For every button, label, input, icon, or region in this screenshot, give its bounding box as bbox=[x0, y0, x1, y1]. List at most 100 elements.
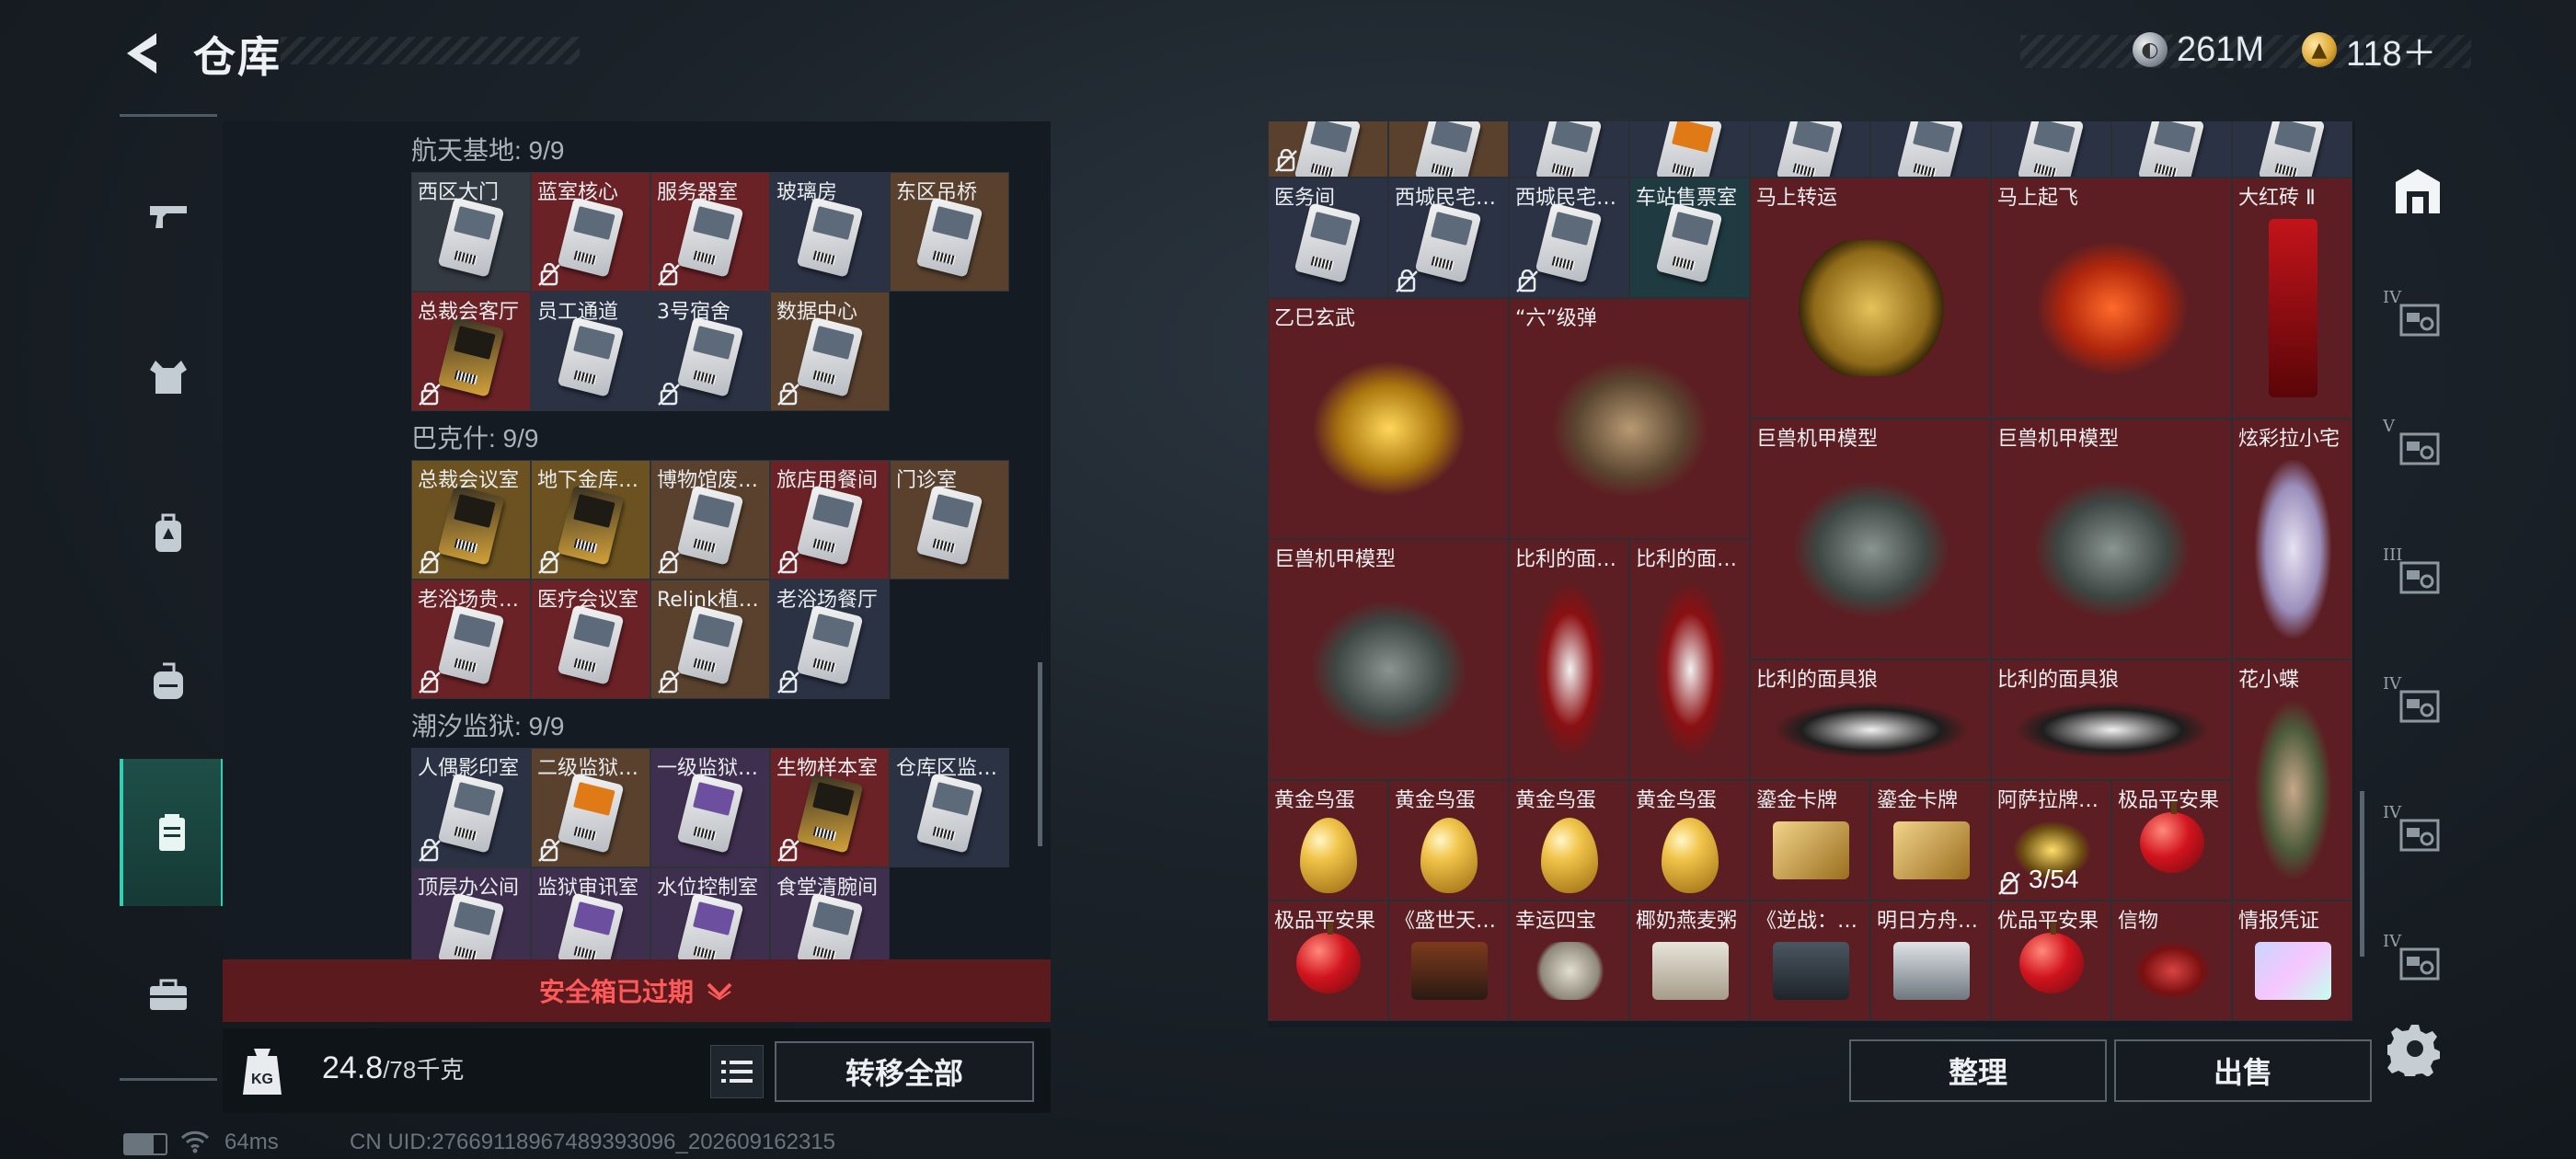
tab-box-iv-4[interactable]: IV bbox=[2381, 924, 2455, 998]
inventory-item-partial[interactable] bbox=[2232, 121, 2352, 178]
inventory-item[interactable]: 黄金鸟蛋 bbox=[1388, 780, 1509, 901]
inventory-item-partial[interactable] bbox=[2111, 121, 2232, 178]
keycard-item[interactable]: 水位控制室 bbox=[650, 867, 770, 963]
inventory-item[interactable]: 巨兽机甲模型 bbox=[1991, 419, 2232, 660]
nav-armor[interactable] bbox=[120, 327, 217, 428]
keycard-item[interactable]: 仓库区监… bbox=[890, 748, 1009, 867]
inventory-item[interactable]: 优品平安果 bbox=[1991, 901, 2111, 1021]
inventory-item[interactable]: 比利的面… bbox=[1629, 539, 1750, 780]
tab-box-iii[interactable]: III bbox=[2381, 538, 2455, 612]
tab-storage-main[interactable] bbox=[2381, 155, 2455, 228]
right-scrollbar[interactable] bbox=[2360, 791, 2364, 957]
warehouse-panel[interactable]: 医务间 西城民宅… 西城民宅… 车站售票室 马上转运 马上起飞 大红砖 Ⅱ 乙巳玄武 “六”级弹… bbox=[1268, 121, 2355, 1027]
inventory-item[interactable]: 大红砖 Ⅱ bbox=[2232, 178, 2352, 419]
inventory-item[interactable]: 车站售票室 bbox=[1629, 178, 1750, 298]
inventory-item-partial[interactable] bbox=[1509, 121, 1629, 178]
inventory-item[interactable]: 巨兽机甲模型 bbox=[1268, 539, 1509, 780]
keycard-item[interactable]: 博物馆废… bbox=[650, 460, 770, 580]
keycard-item[interactable]: 老浴场贵… bbox=[411, 580, 531, 699]
inventory-item[interactable]: 鎏金卡牌 bbox=[1870, 780, 1991, 901]
inventory-item[interactable]: 极品平安果 bbox=[1268, 901, 1388, 1021]
keycard-item[interactable]: 玻璃房 bbox=[770, 172, 890, 292]
keycard-item[interactable]: 地下金库… bbox=[531, 460, 650, 580]
keycard-item[interactable]: Relink植… bbox=[650, 580, 770, 699]
keycard-item[interactable]: 二级监狱… bbox=[531, 748, 650, 867]
inventory-item[interactable]: 比利的面具狼 bbox=[1991, 660, 2232, 780]
keycard-item[interactable]: 一级监狱… bbox=[650, 748, 770, 867]
tab-box-iv-2[interactable]: IV bbox=[2381, 667, 2455, 740]
inventory-item[interactable]: 马上起飞 bbox=[1991, 178, 2232, 419]
inventory-item-partial[interactable] bbox=[1268, 121, 1388, 178]
inventory-item[interactable]: “六”级弹 bbox=[1509, 298, 1750, 539]
inventory-item[interactable]: 医务间 bbox=[1268, 178, 1388, 298]
inventory-item[interactable]: 椰奶燕麦粥 bbox=[1629, 901, 1750, 1021]
keycard-item[interactable]: 服务器室 bbox=[650, 172, 770, 292]
apple-icon bbox=[1296, 920, 1361, 993]
inventory-item[interactable]: 黄金鸟蛋 bbox=[1268, 780, 1388, 901]
inventory-item[interactable]: 黄金鸟蛋 bbox=[1629, 780, 1750, 901]
keycard-item[interactable]: 顶层办公间 bbox=[411, 867, 531, 963]
tab-box-iv-1[interactable]: IV bbox=[2381, 281, 2455, 354]
list-view-button[interactable] bbox=[710, 1045, 764, 1098]
inventory-item[interactable]: 《逆战：… bbox=[1750, 901, 1870, 1021]
inventory-item[interactable]: 鎏金卡牌 bbox=[1750, 780, 1870, 901]
keycard-item[interactable]: 旅店用餐间 bbox=[770, 460, 890, 580]
inventory-item[interactable]: 西城民宅… bbox=[1509, 178, 1629, 298]
safe-box-icon bbox=[159, 814, 185, 851]
inventory-item[interactable]: 信物 bbox=[2111, 901, 2232, 1021]
inventory-item[interactable]: 幸运四宝 bbox=[1509, 901, 1629, 1021]
tab-box-iv-3[interactable]: IV bbox=[2381, 796, 2455, 869]
nav-backpack[interactable] bbox=[120, 630, 217, 731]
keycard-item[interactable]: 东区吊桥 bbox=[890, 172, 1009, 292]
inventory-item-partial[interactable] bbox=[1388, 121, 1509, 178]
inventory-item-partial[interactable] bbox=[1750, 121, 1870, 178]
keycard-item[interactable]: 总裁会议室 bbox=[411, 460, 531, 580]
inventory-item-partial[interactable] bbox=[1991, 121, 2111, 178]
safe-box-expired-bar[interactable]: 安全箱已过期 bbox=[223, 959, 1051, 1022]
inventory-item[interactable]: 《盛世天… bbox=[1388, 901, 1509, 1021]
keycard-item[interactable]: 老浴场餐厅 bbox=[770, 580, 890, 699]
tab-box-v[interactable]: V bbox=[2381, 409, 2455, 483]
keycard-item[interactable]: 医疗会议室 bbox=[531, 580, 650, 699]
nav-safe-box[interactable] bbox=[120, 759, 224, 906]
mech-model-icon bbox=[1312, 602, 1466, 738]
currency-gold[interactable]: ▲ 118＋ bbox=[2302, 29, 2437, 74]
left-scrollbar[interactable] bbox=[1038, 662, 1042, 846]
keycard-item[interactable]: 西区大门 bbox=[411, 172, 531, 292]
back-button[interactable] bbox=[120, 28, 171, 79]
inventory-item[interactable]: 乙巳玄武 bbox=[1268, 298, 1509, 539]
nav-toolbox[interactable] bbox=[120, 943, 217, 1044]
inventory-item[interactable]: 炫彩拉小宅 bbox=[2232, 419, 2352, 660]
inventory-item-partial[interactable] bbox=[1629, 121, 1750, 178]
sort-button[interactable]: 整理 bbox=[1849, 1039, 2107, 1102]
inventory-item[interactable]: 明日方舟… bbox=[1870, 901, 1991, 1021]
inventory-item[interactable]: 马上转运 bbox=[1750, 178, 1991, 419]
inventory-item-partial[interactable] bbox=[1870, 121, 1991, 178]
inventory-item[interactable]: 巨兽机甲模型 bbox=[1750, 419, 1991, 660]
inventory-item[interactable]: 极品平安果 bbox=[2111, 780, 2232, 901]
keycard-item[interactable]: 生物样本室 bbox=[770, 748, 890, 867]
nav-backpack-alt[interactable] bbox=[120, 483, 217, 584]
keycard-item[interactable]: 食堂清腕间 bbox=[770, 867, 890, 963]
inventory-item[interactable]: 比利的面具狼 bbox=[1750, 660, 1991, 780]
keycard-item[interactable]: 员工通道 bbox=[531, 292, 650, 411]
safe-box-panel[interactable]: 航天基地: 9/9 西区大门 蓝室核心 服务器室 玻璃房 东区吊桥 总裁会客厅 员工通道 3号宿… bbox=[223, 121, 1051, 963]
settings-gear-icon[interactable] bbox=[2387, 1021, 2443, 1076]
keycard-item[interactable]: 3号宿舍 bbox=[650, 292, 770, 411]
keycard-item[interactable]: 人偶影印室 bbox=[411, 748, 531, 867]
keycard-icon bbox=[796, 773, 864, 854]
sell-button[interactable]: 出售 bbox=[2114, 1039, 2372, 1102]
transfer-all-button[interactable]: 转移全部 bbox=[775, 1041, 1034, 1102]
keycard-item[interactable]: 总裁会客厅 bbox=[411, 292, 531, 411]
inventory-item[interactable]: 情报凭证 bbox=[2232, 901, 2352, 1021]
inventory-item[interactable]: 阿萨拉牌… 3/54 bbox=[1991, 780, 2111, 901]
keycard-item[interactable]: 门诊室 bbox=[890, 460, 1009, 580]
keycard-item[interactable]: 蓝室核心 bbox=[531, 172, 650, 292]
keycard-item[interactable]: 数据中心 bbox=[770, 292, 890, 411]
inventory-item[interactable]: 花小蝶 bbox=[2232, 660, 2352, 901]
inventory-item[interactable]: 黄金鸟蛋 bbox=[1509, 780, 1629, 901]
inventory-item[interactable]: 西城民宅… bbox=[1388, 178, 1509, 298]
inventory-item[interactable]: 比利的面… bbox=[1509, 539, 1629, 780]
keycard-item[interactable]: 监狱审讯室 bbox=[531, 867, 650, 963]
nav-weapons[interactable] bbox=[120, 165, 217, 266]
